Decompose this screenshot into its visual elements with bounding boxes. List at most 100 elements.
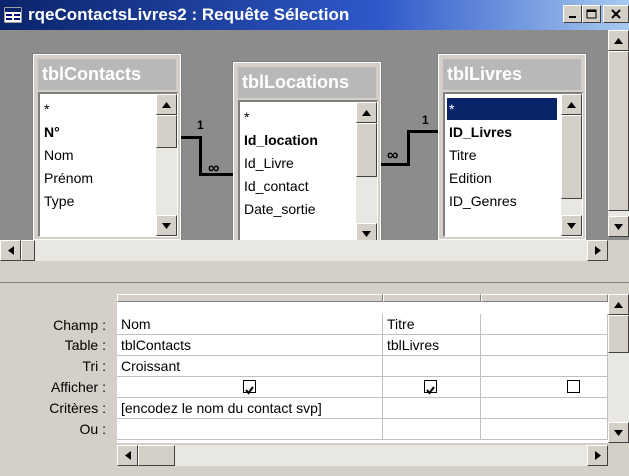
cell-afficher[interactable] bbox=[383, 377, 481, 398]
field-item[interactable]: Id_Livre bbox=[244, 152, 294, 174]
cell-table[interactable]: tblContacts bbox=[117, 335, 383, 356]
maximize-button[interactable] bbox=[582, 5, 601, 23]
scroll-up-button[interactable] bbox=[356, 102, 377, 123]
pane-splitter[interactable] bbox=[0, 261, 629, 283]
scroll-up-button[interactable] bbox=[608, 294, 629, 315]
cell-table[interactable]: tblLivres bbox=[383, 335, 481, 356]
scroll-thumb[interactable] bbox=[21, 240, 35, 261]
field-item[interactable]: Nom bbox=[44, 144, 74, 166]
scroll-left-button[interactable] bbox=[117, 445, 138, 466]
field-item[interactable]: Id_contact bbox=[244, 175, 309, 197]
scroll-right-button[interactable] bbox=[587, 445, 608, 466]
minimize-button[interactable] bbox=[563, 5, 582, 23]
cell-criteres[interactable] bbox=[481, 398, 608, 419]
cell-criteres[interactable] bbox=[383, 398, 481, 419]
scroll-thumb[interactable] bbox=[561, 115, 582, 199]
close-button[interactable] bbox=[603, 5, 629, 23]
cell-champ[interactable]: Titre bbox=[383, 314, 481, 335]
checkbox-checked-icon bbox=[245, 386, 254, 395]
cell-afficher[interactable] bbox=[481, 377, 608, 398]
scroll-down-button[interactable] bbox=[156, 215, 177, 236]
grid-column[interactable] bbox=[481, 294, 608, 443]
cell-champ[interactable] bbox=[481, 314, 608, 335]
close-icon bbox=[611, 9, 621, 19]
scroll-down-button[interactable] bbox=[561, 215, 582, 236]
field-item-key[interactable]: Id_location bbox=[244, 129, 318, 151]
query-design-area[interactable]: tblContacts * N° Nom Prénom Type tblLoca… bbox=[0, 30, 629, 283]
cell-ou[interactable] bbox=[481, 419, 608, 440]
column-selector[interactable] bbox=[117, 294, 383, 302]
field-list[interactable]: * N° Nom Prénom Type bbox=[38, 92, 178, 237]
table-title[interactable]: tblContacts bbox=[38, 59, 176, 90]
scroll-down-arrow-icon bbox=[162, 222, 171, 229]
scroll-thumb[interactable] bbox=[608, 51, 629, 211]
field-item[interactable]: Date_sortie bbox=[244, 198, 316, 220]
field-item[interactable]: Prénom bbox=[44, 167, 93, 189]
field-item-selected[interactable]: * bbox=[447, 98, 557, 120]
relation-many-label: ∞ bbox=[208, 160, 220, 177]
scroll-up-arrow-icon bbox=[362, 109, 371, 116]
show-checkbox[interactable] bbox=[424, 380, 437, 395]
cell-criteres[interactable]: [encodez le nom du contact svp] bbox=[117, 398, 383, 419]
scroll-up-button[interactable] bbox=[561, 94, 582, 115]
scroll-up-arrow-icon bbox=[614, 37, 623, 44]
field-item[interactable]: ID_Genres bbox=[449, 190, 517, 212]
scroll-right-button[interactable] bbox=[587, 240, 608, 261]
query-window-icon bbox=[4, 7, 22, 23]
field-list[interactable]: * Id_location Id_Livre Id_contact Date_s… bbox=[238, 100, 378, 245]
table-tbllocations[interactable]: tblLocations * Id_location Id_Livre Id_c… bbox=[232, 61, 382, 248]
relation-line[interactable] bbox=[407, 130, 410, 166]
grid-vertical-scrollbar[interactable] bbox=[608, 294, 629, 443]
field-item[interactable]: * bbox=[244, 106, 249, 128]
column-selector[interactable] bbox=[481, 294, 608, 302]
cell-afficher[interactable] bbox=[117, 377, 383, 398]
grid-horizontal-scrollbar[interactable] bbox=[117, 445, 608, 466]
scroll-left-button[interactable] bbox=[0, 240, 21, 261]
query-grid[interactable]: Champ : Table : Tri : Afficher : Critère… bbox=[0, 283, 629, 476]
grid-column[interactable]: Titre tblLivres bbox=[383, 294, 481, 443]
field-item-key[interactable]: N° bbox=[44, 121, 60, 143]
table-tbllivres[interactable]: tblLivres * ID_Livres Titre Edition ID_G… bbox=[437, 53, 587, 241]
cell-ou[interactable] bbox=[383, 419, 481, 440]
cell-ou[interactable] bbox=[117, 419, 383, 440]
relation-line[interactable] bbox=[407, 130, 438, 133]
relation-many-label: ∞ bbox=[387, 147, 399, 164]
field-list-scrollbar[interactable] bbox=[561, 94, 582, 236]
field-item[interactable]: Titre bbox=[449, 144, 476, 166]
field-list[interactable]: * ID_Livres Titre Edition ID_Genres bbox=[443, 92, 583, 237]
grid-column[interactable]: Nom tblContacts Croissant [encodez le no… bbox=[117, 294, 383, 443]
field-list-scrollbar[interactable] bbox=[156, 94, 177, 236]
window-titlebar[interactable]: rqeContactsLivres2 : Requête Sélection bbox=[0, 0, 629, 30]
scroll-down-button[interactable] bbox=[608, 216, 629, 237]
scroll-thumb[interactable] bbox=[608, 315, 629, 353]
table-title[interactable]: tblLocations bbox=[238, 67, 376, 98]
field-item-key[interactable]: ID_Livres bbox=[449, 121, 512, 143]
scroll-right-arrow-icon bbox=[594, 246, 601, 255]
scroll-thumb[interactable] bbox=[138, 445, 175, 466]
field-item[interactable]: Type bbox=[44, 190, 74, 212]
relation-line[interactable] bbox=[199, 136, 202, 176]
design-horizontal-scrollbar[interactable] bbox=[0, 240, 608, 261]
scroll-down-arrow-icon bbox=[614, 223, 623, 230]
relation-line[interactable] bbox=[181, 136, 201, 139]
scroll-left-arrow-icon bbox=[7, 246, 14, 255]
field-item[interactable]: * bbox=[44, 98, 49, 120]
scroll-up-button[interactable] bbox=[156, 94, 177, 115]
show-checkbox[interactable] bbox=[567, 380, 580, 393]
field-item[interactable]: Edition bbox=[449, 167, 492, 189]
scroll-thumb[interactable] bbox=[156, 115, 177, 148]
scroll-up-button[interactable] bbox=[608, 30, 629, 51]
table-title[interactable]: tblLivres bbox=[443, 59, 581, 90]
show-checkbox[interactable] bbox=[243, 380, 256, 395]
table-tblcontacts[interactable]: tblContacts * N° Nom Prénom Type bbox=[32, 53, 182, 241]
column-selector[interactable] bbox=[383, 294, 481, 302]
field-list-scrollbar[interactable] bbox=[356, 102, 377, 244]
cell-tri[interactable] bbox=[481, 356, 608, 377]
scroll-down-button[interactable] bbox=[608, 422, 629, 443]
cell-tri[interactable] bbox=[383, 356, 481, 377]
scroll-thumb[interactable] bbox=[356, 123, 377, 177]
design-vertical-scrollbar[interactable] bbox=[608, 30, 629, 237]
cell-table[interactable] bbox=[481, 335, 608, 356]
cell-tri[interactable]: Croissant bbox=[117, 356, 383, 377]
cell-champ[interactable]: Nom bbox=[117, 314, 383, 335]
